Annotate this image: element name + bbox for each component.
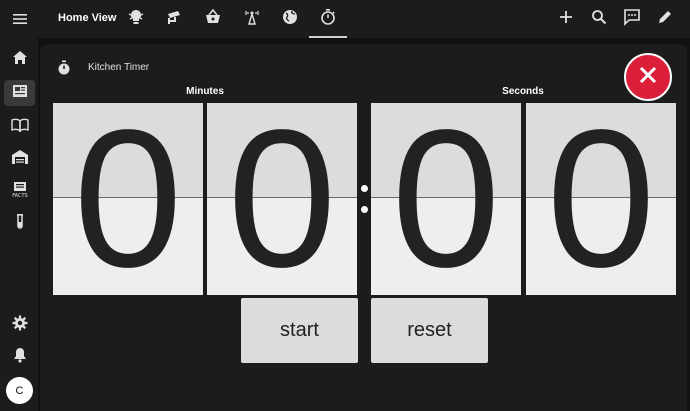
timer-icon — [319, 8, 337, 31]
timer-icon — [56, 60, 72, 81]
bulb-icon — [127, 8, 145, 31]
plus-icon — [558, 9, 574, 30]
svg-text:FACTS: FACTS — [12, 193, 27, 199]
search-icon — [591, 9, 607, 30]
sidebar-item-warehouse[interactable] — [4, 146, 35, 172]
add-button[interactable] — [556, 9, 576, 29]
test-tube-icon — [14, 213, 26, 236]
colon-dot-top — [361, 185, 368, 192]
globe-icon — [281, 8, 299, 31]
digit-value: 0 — [391, 103, 501, 295]
antenna-icon — [243, 8, 261, 31]
gear-icon — [12, 315, 28, 336]
dashboard-icon — [12, 84, 28, 103]
minutes-ones-digit: 0 — [207, 103, 357, 295]
chat-icon — [623, 8, 641, 31]
digit-value: 0 — [73, 103, 183, 295]
tab-timer[interactable] — [309, 0, 347, 38]
pencil-icon — [657, 9, 673, 30]
card-title: Kitchen Timer — [88, 62, 150, 73]
reset-button[interactable]: reset — [371, 298, 488, 363]
sidebar-item-book[interactable] — [4, 114, 35, 140]
digit-value: 0 — [546, 103, 656, 295]
top-app-bar: Home View — [0, 0, 690, 38]
seconds-ones-digit: 0 — [526, 103, 676, 295]
minutes-tens-digit: 0 — [53, 103, 203, 295]
sidebar-item-home[interactable] — [4, 47, 35, 73]
minutes-label: Minutes — [186, 86, 224, 97]
tab-shopping[interactable] — [194, 0, 232, 38]
search-button[interactable] — [589, 9, 609, 29]
close-button[interactable] — [624, 53, 672, 101]
digit-value: 0 — [227, 103, 337, 295]
tab-cameras[interactable] — [156, 0, 194, 38]
bell-icon — [12, 347, 28, 368]
tab-lights[interactable] — [117, 0, 155, 38]
cctv-icon — [166, 8, 184, 31]
avatar[interactable]: C — [6, 377, 33, 404]
home-icon — [12, 50, 28, 71]
seconds-label: Seconds — [502, 86, 544, 97]
sidebar-item-settings[interactable] — [4, 312, 35, 338]
facts-icon: FACTS — [12, 181, 28, 204]
warehouse-icon — [11, 149, 29, 170]
seconds-tens-digit: 0 — [371, 103, 521, 295]
sidebar-item-facts[interactable]: FACTS — [4, 179, 35, 205]
sidebar-item-notifications[interactable] — [4, 344, 35, 370]
sidebar-item-lab[interactable] — [4, 211, 35, 237]
close-icon — [638, 65, 658, 90]
assist-button[interactable] — [622, 8, 642, 31]
basket-icon — [204, 8, 222, 31]
colon-dot-bottom — [361, 206, 368, 213]
tab-globe[interactable] — [271, 0, 309, 38]
book-icon — [10, 118, 29, 137]
page-title: Home View — [58, 12, 117, 24]
menu-icon[interactable] — [10, 9, 30, 29]
start-button[interactable]: start — [241, 298, 358, 363]
tab-network[interactable] — [233, 0, 271, 38]
sidebar-item-dashboard[interactable] — [4, 80, 35, 106]
sidebar: FACTS C — [0, 38, 38, 411]
edit-button[interactable] — [655, 9, 675, 29]
